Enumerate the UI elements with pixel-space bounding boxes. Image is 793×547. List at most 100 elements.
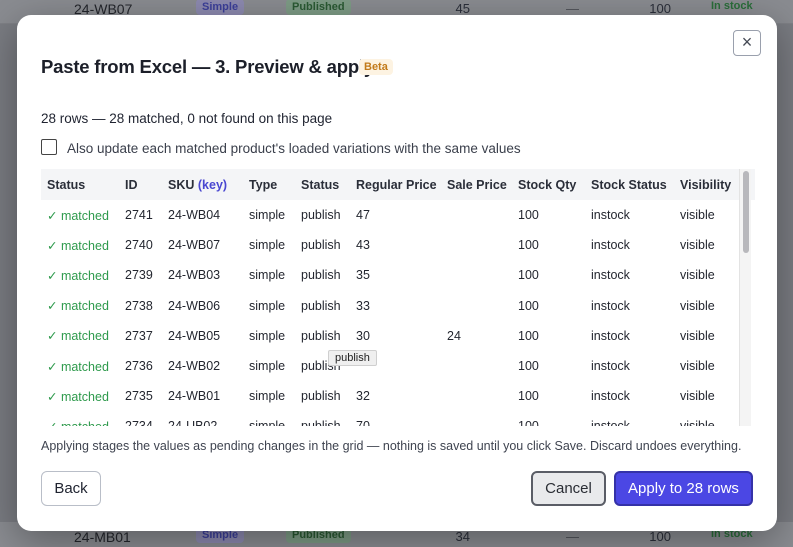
col-header-status[interactable]: Status: [301, 169, 356, 200]
col-header-type[interactable]: Type: [249, 169, 301, 200]
cell-stock-status: instock: [591, 208, 630, 223]
cell-stock-qty: 100: [518, 268, 539, 283]
close-icon[interactable]: ×: [733, 30, 761, 56]
cell-type: simple: [249, 268, 286, 283]
cell-id: 2737: [125, 328, 153, 343]
table-row: ✓ matched 2738 24-WB06 simple publish 33…: [41, 291, 755, 321]
col-header-id[interactable]: ID: [125, 169, 168, 200]
cell-regular-price: 35: [356, 268, 370, 283]
cell-sku: 24-WB02: [168, 359, 221, 374]
dialog-title: Paste from Excel — 3. Preview & apply: [41, 56, 374, 77]
cell-sale-price: 24: [447, 328, 461, 343]
background-qty: 100: [649, 1, 671, 16]
cell-stock-qty: 100: [518, 208, 539, 223]
cell-stock-status: instock: [591, 268, 630, 283]
cell-regular-price: 70: [356, 411, 447, 426]
cell-stock-qty: 100: [518, 389, 539, 404]
cell-sku: 24-UB02: [168, 411, 249, 426]
cell-type: simple: [249, 238, 286, 253]
match-status: ✓ matched: [47, 359, 109, 374]
cell-type: simple: [249, 411, 301, 426]
cell-status: publish: [301, 238, 341, 253]
background-sale-price: —: [566, 529, 579, 544]
match-status: ✓ matched: [47, 238, 109, 253]
cell-id: 2741: [125, 208, 153, 223]
key-marker: (key): [197, 177, 228, 192]
cell-id: 2735: [125, 389, 153, 404]
cell-stock-qty: 100: [518, 411, 591, 426]
cell-id: 2739: [125, 268, 153, 283]
table-header-row: Status ID SKU (key) Type Status Regular …: [41, 169, 755, 200]
cell-stock-status: instock: [591, 238, 630, 253]
cell-type: simple: [249, 298, 286, 313]
background-price: 34: [455, 529, 470, 544]
cell-sku: 24-WB07: [168, 238, 221, 253]
col-header-stock-status[interactable]: Stock Status: [591, 169, 680, 200]
cell-sale-price: [447, 230, 518, 260]
cell-id: 2734: [125, 411, 168, 426]
beta-badge: Beta: [359, 59, 393, 75]
cell-tooltip: publish: [328, 350, 377, 366]
match-status: ✓ matched: [47, 299, 109, 314]
match-status: ✓ matched: [47, 389, 109, 404]
cell-stock-status: instock: [591, 359, 630, 374]
update-variations-label[interactable]: Also update each matched product's loade…: [67, 141, 521, 156]
cell-regular-price: 43: [356, 238, 370, 253]
sku-header-label: SKU: [168, 177, 195, 192]
back-button[interactable]: Back: [41, 471, 101, 506]
table-row: ✓ matched 2736 24-WB02 simple publish 10…: [41, 351, 755, 381]
cell-regular-price: 33: [356, 298, 370, 313]
background-sku: 24-MB01: [74, 529, 131, 545]
update-variations-checkbox[interactable]: [41, 139, 57, 155]
cell-status: publish: [301, 328, 341, 343]
cell-stock-status: instock: [591, 328, 630, 343]
cell-status: publish: [301, 389, 341, 404]
table-row: ✓ matched 2739 24-WB03 simple publish 35…: [41, 260, 755, 290]
cell-stock-status: instock: [591, 411, 680, 426]
col-header-stock-qty[interactable]: Stock Qty: [518, 169, 591, 200]
col-header-match-status[interactable]: Status: [41, 169, 125, 200]
cancel-button[interactable]: Cancel: [531, 471, 606, 506]
background-sale-price: —: [566, 1, 579, 16]
cell-id: 2740: [125, 238, 153, 253]
col-header-regular-price[interactable]: Regular Price: [356, 169, 447, 200]
cell-regular-price: 32: [356, 389, 370, 404]
cell-sku: 24-WB01: [168, 389, 221, 404]
background-qty: 100: [649, 529, 671, 544]
background-stock-badge: In stock: [711, 0, 753, 12]
background-price: 45: [455, 1, 470, 16]
cell-sale-price: [447, 291, 518, 321]
cell-stock-qty: 100: [518, 238, 539, 253]
cell-stock-qty: 100: [518, 359, 539, 374]
cell-sku: 24-WB04: [168, 208, 221, 223]
cell-sale-price: [447, 411, 518, 426]
cell-regular-price: 47: [356, 208, 370, 223]
col-header-sale-price[interactable]: Sale Price: [447, 169, 518, 200]
cell-sku: 24-WB06: [168, 298, 221, 313]
cell-status: publish: [301, 411, 356, 426]
cell-status: publish: [301, 268, 341, 283]
cell-sku: 24-WB05: [168, 328, 221, 343]
cell-sale-price: [447, 351, 518, 381]
match-summary: 28 rows — 28 matched, 0 not found on thi…: [41, 111, 333, 126]
cell-sale-price: [447, 260, 518, 290]
cell-type: simple: [249, 389, 286, 404]
cell-sku: 24-WB03: [168, 268, 221, 283]
paste-preview-dialog: × Paste from Excel — 3. Preview & apply …: [17, 15, 777, 531]
match-status: ✓ matched: [41, 411, 125, 426]
cell-stock-status: instock: [591, 389, 630, 404]
cell-id: 2738: [125, 298, 153, 313]
cell-id: 2736: [125, 359, 153, 374]
col-header-sku[interactable]: SKU (key): [168, 169, 249, 200]
background-type-badge: Simple: [196, 0, 245, 15]
cell-regular-price: 30: [356, 328, 370, 343]
table-scrollbar[interactable]: [739, 169, 751, 426]
apply-button[interactable]: Apply to 28 rows: [614, 471, 753, 506]
cell-type: simple: [249, 359, 286, 374]
cell-type: simple: [249, 208, 286, 223]
table-row: ✓ matched 2737 24-WB05 simple publish 30…: [41, 321, 755, 351]
match-status: ✓ matched: [47, 208, 109, 223]
scrollbar-thumb[interactable]: [743, 171, 749, 253]
cell-sale-price: [447, 381, 518, 411]
cell-status: publish: [301, 208, 341, 223]
